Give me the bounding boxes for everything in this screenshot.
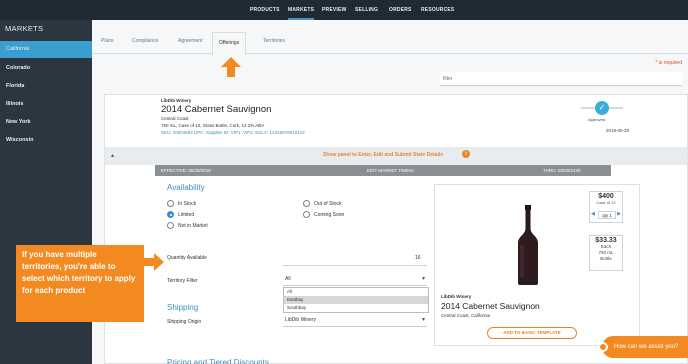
info-icon[interactable]: i bbox=[462, 150, 470, 158]
radio-label-in-stock: In Stock bbox=[178, 201, 197, 207]
sidebar-item-florida[interactable]: Florida bbox=[0, 78, 92, 95]
orange-right-arrow-icon bbox=[144, 253, 164, 271]
product-description: 750 mL, Case of 12, Glass Bottle, Cork, … bbox=[161, 123, 265, 128]
bottle-unit: Bottle bbox=[600, 256, 612, 261]
orange-up-arrow-icon bbox=[221, 57, 241, 77]
radio-limited[interactable] bbox=[167, 211, 174, 218]
top-nav: PRODUCTS MARKETS PREVIEW SELLING ORDERS … bbox=[0, 0, 688, 20]
product-preview: $400 Case of 12 ◀ qty 1 ▶ $33.33 Each 75… bbox=[434, 184, 640, 346]
filter-input[interactable] bbox=[440, 72, 682, 85]
preview-winery: LibDib Winery bbox=[441, 294, 472, 299]
tab-offerings[interactable]: Offerings bbox=[212, 32, 247, 55]
quantity-underline bbox=[283, 265, 427, 266]
sidebar-item-illinois[interactable]: Illinois bbox=[0, 96, 92, 113]
sidebar-item-new-york[interactable]: New York bbox=[0, 114, 92, 131]
decrement-icon[interactable]: ◀ bbox=[591, 211, 595, 217]
case-label: Case of 12 bbox=[596, 200, 616, 205]
product-region: Central Coast bbox=[161, 116, 189, 121]
availability-title: Availability bbox=[167, 183, 205, 192]
wine-bottle-image bbox=[518, 205, 538, 285]
nav-preview[interactable]: PREVIEW bbox=[322, 0, 346, 20]
tab-compliance[interactable]: Compliance bbox=[132, 38, 158, 44]
main-content: Plans Compliance Agreement Offerings Ter… bbox=[92, 20, 688, 364]
add-to-basic-template-button[interactable]: ADD TO BASIC TEMPLATE bbox=[487, 327, 577, 339]
pricing-title: Pricing and Tiered Discounts bbox=[167, 358, 269, 364]
territory-option-southbay[interactable]: Southbay bbox=[284, 304, 428, 312]
status-date: 2018-05-28 bbox=[606, 128, 630, 133]
radio-coming-soon[interactable] bbox=[303, 211, 310, 218]
nav-markets[interactable]: MARKETS bbox=[288, 0, 315, 20]
filter-field[interactable] bbox=[440, 72, 682, 86]
tab-bar: Plans Compliance Agreement Offerings Ter… bbox=[92, 32, 688, 55]
chat-icon[interactable] bbox=[598, 342, 608, 352]
effective-date: EFFECTIVE: 05/28/2018 bbox=[161, 168, 211, 173]
required-note: * is required bbox=[655, 60, 682, 66]
annotation-callout: If you have multiple territories, you're… bbox=[16, 245, 144, 322]
sidebar-item-wisconsin[interactable]: Wisconsin bbox=[0, 132, 92, 149]
checkmark-icon: ✓ bbox=[595, 101, 609, 115]
tab-territories[interactable]: Territories bbox=[263, 38, 285, 44]
chevron-down-icon[interactable]: ▾ bbox=[422, 275, 425, 282]
sidebar-item-california[interactable]: California bbox=[0, 41, 92, 58]
product-card: LibDib Winery 2014 Cabernet Sauvignon Ce… bbox=[104, 94, 688, 364]
caret-icon[interactable]: ▴ bbox=[111, 152, 114, 159]
nav-products[interactable]: PRODUCTS bbox=[250, 0, 280, 20]
territory-dropdown: All Eastbay Southbay bbox=[283, 287, 429, 313]
territory-filter-value: All bbox=[285, 276, 291, 282]
shipping-origin-select[interactable]: LibDib Winery ▾ bbox=[283, 317, 427, 327]
sidebar-title: MARKETS bbox=[5, 24, 44, 33]
chevron-down-icon[interactable]: ▾ bbox=[422, 316, 425, 323]
product-name: 2014 Cabernet Sauvignon bbox=[161, 104, 272, 115]
thru-date: THRU: 03/20/2120 bbox=[543, 168, 581, 173]
product-ids: SKU: 10004684 UPC: Supplier ID: VIP1: VI… bbox=[161, 130, 305, 135]
sidebar-item-colorado[interactable]: Colorado bbox=[0, 60, 92, 77]
radio-out-of-stock[interactable] bbox=[303, 200, 310, 207]
nav-selling[interactable]: SELLING bbox=[355, 0, 378, 20]
each-price-box: $33.33 Each 750 mL Bottle bbox=[589, 235, 623, 271]
case-price-box: $400 Case of 12 ◀ qty 1 ▶ bbox=[589, 191, 623, 223]
tab-plans[interactable]: Plans bbox=[101, 38, 114, 44]
quantity-input[interactable]: 16 bbox=[415, 255, 421, 261]
shipping-title: Shipping bbox=[167, 303, 199, 312]
territory-filter-label: Territory Filter bbox=[167, 278, 198, 284]
territory-option-eastbay[interactable]: Eastbay bbox=[284, 296, 428, 304]
radio-label-out-of-stock: Out of Stock bbox=[314, 201, 342, 207]
nav-resources[interactable]: RESOURCES bbox=[421, 0, 454, 20]
preview-name: 2014 Cabernet Sauvignon bbox=[441, 301, 540, 311]
territory-filter-select[interactable]: All ▾ bbox=[283, 276, 427, 286]
radio-label-limited: Limited bbox=[178, 212, 195, 218]
tab-agreement[interactable]: Agreement bbox=[178, 38, 202, 44]
preview-region: Central Coast, California bbox=[441, 313, 491, 318]
nav-orders[interactable]: ORDERS bbox=[389, 0, 412, 20]
status-label: Approved bbox=[588, 117, 606, 122]
chat-button[interactable]: How can we assist you? bbox=[602, 336, 688, 358]
case-price: $400 bbox=[598, 193, 614, 200]
shipping-origin-label: Shipping Origin bbox=[167, 319, 202, 325]
show-panel-bar[interactable]: ▴ Show panel to Enter, Edit and Submit S… bbox=[105, 147, 687, 165]
product-winery: LibDib Winery bbox=[161, 98, 192, 103]
radio-label-coming-soon: Coming Soon bbox=[314, 212, 345, 218]
quantity-label: Quantity Available bbox=[167, 255, 207, 261]
shipping-origin-value: LibDib Winery bbox=[285, 317, 317, 323]
qty-stepper[interactable]: qty 1 bbox=[598, 211, 616, 219]
each-price: $33.33 bbox=[595, 237, 617, 244]
territory-option-all[interactable]: All bbox=[284, 288, 428, 296]
edit-market-timing-link[interactable]: EDIT MARKET TIMING bbox=[367, 165, 414, 176]
radio-in-stock[interactable] bbox=[167, 200, 174, 207]
increment-icon[interactable]: ▶ bbox=[617, 211, 621, 217]
effective-bar: EFFECTIVE: 05/28/2018 EDIT MARKET TIMING… bbox=[155, 165, 611, 176]
show-panel-message[interactable]: Show panel to Enter, Edit and Submit Sta… bbox=[323, 152, 443, 158]
radio-label-not-in-market: Not in Market bbox=[178, 223, 208, 229]
radio-not-in-market[interactable] bbox=[167, 222, 174, 229]
